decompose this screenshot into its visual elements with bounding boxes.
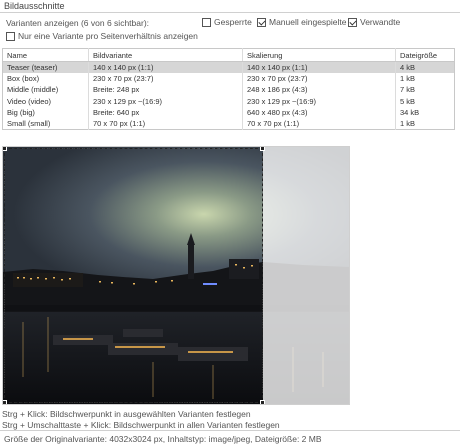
- crop-handle-top-left[interactable]: [3, 147, 7, 151]
- table-row[interactable]: Video (video) 230 x 129 px ~(16:9) 230 x…: [3, 95, 455, 107]
- cell-variant: Breite: 640 px: [88, 106, 243, 118]
- cell-scaling: 248 x 186 px (4:3): [242, 84, 396, 96]
- section-title: Bildausschnitte: [4, 1, 65, 11]
- related-filter-checkbox[interactable]: Verwandte: [348, 17, 400, 27]
- cell-name: Box (box): [7, 73, 40, 83]
- cell-filesize: 1 kB: [395, 72, 455, 85]
- crop-handle-top-right[interactable]: [260, 147, 265, 151]
- cell-variant: 140 x 140 px (1:1): [88, 61, 243, 73]
- table-header-row: Name Bildvariante Skalierung Dateigröße: [2, 48, 455, 62]
- cell-scaling: 230 x 70 px (23:7): [242, 72, 396, 85]
- table-row[interactable]: Box (box) 230 x 70 px (23:7) 230 x 70 px…: [3, 72, 455, 85]
- cell-scaling: 640 x 480 px (4:3): [242, 106, 396, 118]
- crop-selection-frame[interactable]: [3, 147, 265, 404]
- cell-scaling: 140 x 140 px (1:1): [242, 61, 396, 73]
- manual-checkbox-label: Manuell eingespielte: [269, 17, 347, 27]
- cell-name: Teaser (teaser): [2, 61, 89, 73]
- manual-filter-checkbox[interactable]: Manuell eingespielte: [257, 17, 347, 27]
- column-header-name[interactable]: Name: [2, 48, 89, 62]
- column-header-scaling[interactable]: Skalierung: [242, 48, 396, 62]
- cell-scaling: 230 x 129 px ~(16:9): [242, 95, 396, 107]
- help-text-all: Strg + Umschalttaste + Klick: Bildschwer…: [2, 420, 280, 430]
- locked-checkbox-label: Gesperrte: [214, 17, 252, 27]
- cell-filesize: 1 kB: [395, 117, 455, 130]
- cell-filesize: 7 kB: [395, 84, 455, 96]
- table-row[interactable]: Big (big) Breite: 640 px 640 x 480 px (4…: [3, 106, 455, 118]
- one-per-aspect-box[interactable]: [6, 31, 15, 41]
- help-text-selected: Strg + Klick: Bildschwerpunkt in ausgewä…: [2, 409, 251, 419]
- one-per-aspect-checkbox[interactable]: Nur eine Variante pro Seitenverhältnis a…: [6, 31, 198, 41]
- column-header-variant[interactable]: Bildvariante: [88, 48, 243, 62]
- title-divider: [0, 12, 460, 13]
- variants-table: Name Bildvariante Skalierung Dateigröße …: [2, 48, 455, 130]
- related-checkbox-label: Verwandte: [360, 17, 401, 27]
- related-checkbox-box[interactable]: [348, 17, 357, 27]
- cell-filesize: 5 kB: [395, 95, 455, 107]
- table-row[interactable]: Middle (middle) Breite: 248 px 248 x 186…: [3, 84, 455, 96]
- crop-handle-bottom-left[interactable]: [3, 400, 7, 404]
- one-per-aspect-label: Nur eine Variante pro Seitenverhältnis a…: [18, 31, 198, 41]
- table-row[interactable]: Small (small) 70 x 70 px (1:1) 70 x 70 p…: [3, 117, 455, 130]
- variant-filter-label: Varianten anzeigen (6 von 6 sichtbar):: [6, 18, 150, 28]
- outside-crop-overlay: [263, 147, 349, 404]
- cell-variant: 70 x 70 px (1:1): [88, 117, 243, 130]
- cell-scaling: 70 x 70 px (1:1): [242, 117, 396, 130]
- crop-handle-bottom-right[interactable]: [260, 400, 265, 404]
- cell-name: Small (small): [7, 118, 51, 128]
- footer-divider: [0, 430, 460, 431]
- cell-variant: 230 x 129 px ~(16:9): [88, 95, 243, 107]
- crop-editor[interactable]: [2, 146, 350, 405]
- manual-checkbox-box[interactable]: [257, 17, 266, 27]
- locked-filter-checkbox[interactable]: Gesperrte: [202, 17, 252, 27]
- cell-name: Big (big): [7, 107, 35, 117]
- cell-filesize: 34 kB: [395, 106, 455, 118]
- cell-variant: Breite: 248 px: [88, 84, 243, 96]
- original-variant-info: Größe der Originalvariante: 4032x3024 px…: [4, 434, 322, 444]
- cell-filesize: 4 kB: [395, 61, 455, 73]
- cell-name: Video (video): [7, 96, 52, 106]
- column-header-filesize[interactable]: Dateigröße: [395, 48, 455, 62]
- locked-checkbox-box[interactable]: [202, 17, 211, 27]
- cell-name: Middle (middle): [7, 85, 59, 95]
- cell-variant: 230 x 70 px (23:7): [88, 72, 243, 85]
- variant-filter-row: Varianten anzeigen (6 von 6 sichtbar): G…: [6, 17, 458, 29]
- table-row[interactable]: Teaser (teaser) 140 x 140 px (1:1) 140 x…: [2, 61, 455, 73]
